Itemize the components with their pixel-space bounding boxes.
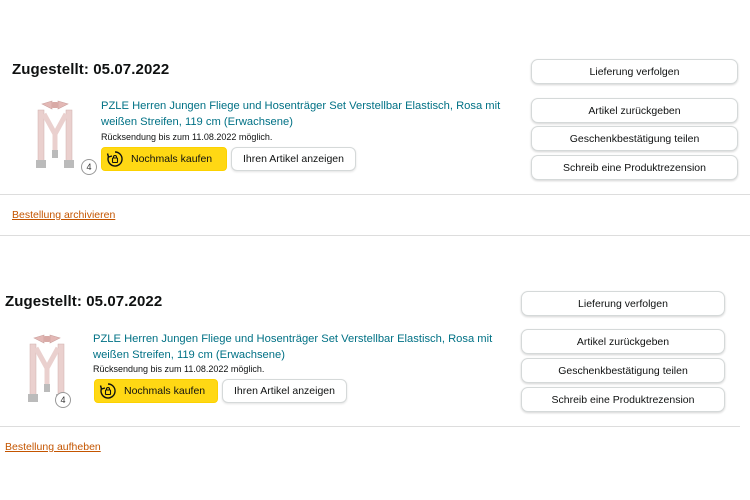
track-package-button[interactable]: Lieferung verfolgen <box>521 291 725 316</box>
product-title-link[interactable]: PZLE Herren Jungen Fliege und Hosenträge… <box>93 331 493 363</box>
delivery-status: Zugestellt: 05.07.2022 <box>5 293 163 310</box>
view-item-button[interactable]: Ihren Artikel anzeigen <box>231 147 356 171</box>
view-item-button[interactable]: Ihren Artikel anzeigen <box>222 379 347 403</box>
delivery-status: Zugestellt: 05.07.2022 <box>12 61 170 78</box>
return-deadline-note: Rücksendung bis zum 11.08.2022 möglich. <box>101 132 273 142</box>
write-review-button[interactable]: Schreib eine Produktrezension <box>531 155 738 180</box>
cancel-order-link[interactable]: Bestellung aufheben <box>5 441 101 453</box>
buy-again-icon <box>99 383 116 399</box>
share-gift-receipt-button[interactable]: Geschenkbestätigung teilen <box>531 126 738 151</box>
buy-again-label: Nochmals kaufen <box>131 153 213 165</box>
divider <box>0 426 740 427</box>
buy-again-icon <box>106 151 123 167</box>
product-title-link[interactable]: PZLE Herren Jungen Fliege und Hosenträge… <box>101 98 501 130</box>
quantity-badge: 4 <box>55 392 71 408</box>
buy-again-label: Nochmals kaufen <box>124 385 206 397</box>
divider <box>0 194 750 195</box>
quantity-badge: 4 <box>81 159 97 175</box>
return-item-button[interactable]: Artikel zurückgeben <box>531 98 738 123</box>
write-review-button[interactable]: Schreib eine Produktrezension <box>521 387 725 412</box>
track-package-button[interactable]: Lieferung verfolgen <box>531 59 738 84</box>
buy-again-button[interactable]: Nochmals kaufen <box>94 379 218 403</box>
divider <box>0 235 750 236</box>
product-image[interactable] <box>26 94 84 174</box>
share-gift-receipt-button[interactable]: Geschenkbestätigung teilen <box>521 358 725 383</box>
return-deadline-note: Rücksendung bis zum 11.08.2022 möglich. <box>93 364 265 374</box>
archive-order-link[interactable]: Bestellung archivieren <box>12 209 115 221</box>
buy-again-button[interactable]: Nochmals kaufen <box>101 147 227 171</box>
return-item-button[interactable]: Artikel zurückgeben <box>521 329 725 354</box>
